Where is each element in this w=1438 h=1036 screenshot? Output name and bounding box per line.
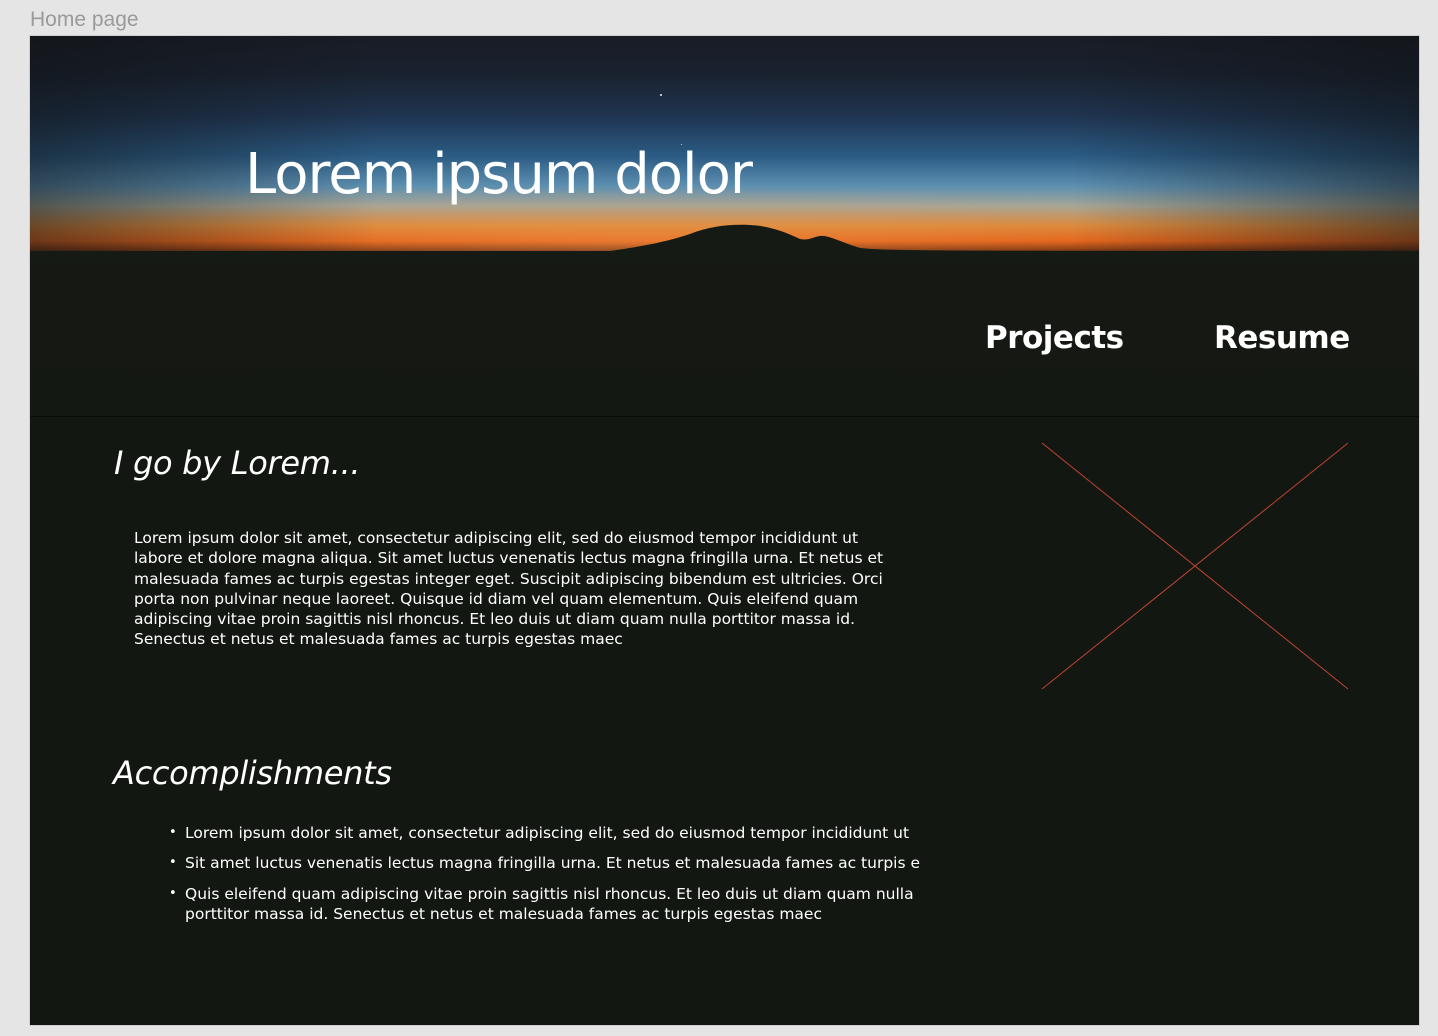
hero-title: Lorem ipsum dolor (245, 142, 753, 207)
accomplishments-heading: Accomplishments (113, 754, 392, 792)
about-paragraph: Lorem ipsum dolor sit amet, consectetur … (134, 529, 884, 649)
hero-divider (30, 416, 1419, 417)
home-page-frame: Lorem ipsum dolor Projects Resume I go b… (29, 35, 1420, 1026)
hero-banner: Lorem ipsum dolor Projects Resume (30, 36, 1419, 416)
list-item: Quis eleifend quam adipiscing vitae proi… (169, 884, 925, 925)
nav-link-resume[interactable]: Resume (1214, 318, 1350, 358)
about-heading: I go by Lorem... (114, 444, 361, 482)
list-item: Lorem ipsum dolor sit amet, consectetur … (169, 823, 925, 844)
list-item: Sit amet luctus venenatis lectus magna f… (169, 853, 925, 874)
image-placeholder-icon (1041, 442, 1349, 690)
frame-label: Home page (30, 8, 139, 31)
nav-link-projects[interactable]: Projects (985, 318, 1124, 358)
accomplishments-list: Lorem ipsum dolor sit amet, consectetur … (169, 823, 925, 934)
